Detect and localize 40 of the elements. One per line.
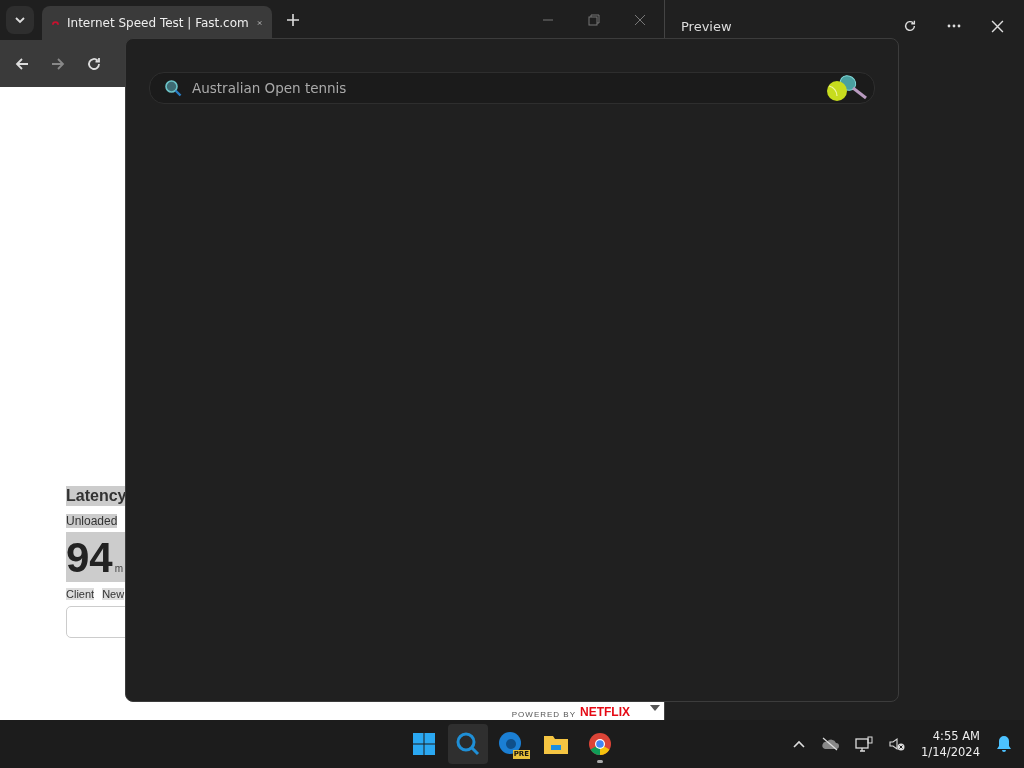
- search-icon: [164, 79, 182, 97]
- search-input[interactable]: Australian Open tennis: [190, 79, 816, 97]
- clock[interactable]: 4:55 AM 1/14/2024: [921, 728, 980, 760]
- tennis-icon: [824, 74, 868, 102]
- latency-heading: Latency: [66, 486, 127, 506]
- unloaded-label: Unloaded: [66, 514, 118, 528]
- column-label: New: [102, 588, 125, 600]
- search-taskbar-button[interactable]: [448, 724, 488, 764]
- cloud-off-icon[interactable]: [821, 737, 840, 751]
- powered-by-text: POWERED BY: [511, 710, 576, 719]
- new-tab-icon[interactable]: [286, 13, 300, 27]
- folder-icon: [543, 733, 569, 755]
- reload-icon[interactable]: [86, 55, 102, 72]
- clock-time: 4:55 AM: [932, 728, 980, 744]
- client-label: Client: [66, 588, 95, 600]
- refresh-icon[interactable]: [903, 19, 917, 33]
- bell-icon[interactable]: [996, 735, 1012, 753]
- gauge-icon: [52, 19, 59, 27]
- chevron-up-icon[interactable]: [793, 740, 806, 748]
- chevron-down-icon: [14, 14, 26, 26]
- dropdown-icon[interactable]: [650, 705, 660, 711]
- latency-unit: m: [114, 563, 124, 574]
- clock-date: 1/14/2024: [921, 744, 980, 760]
- panel-title: Preview: [681, 18, 732, 34]
- speaker-muted-icon[interactable]: [889, 736, 906, 752]
- more-icon[interactable]: [947, 24, 961, 28]
- windows-logo-icon: [412, 732, 436, 756]
- restore-icon[interactable]: [588, 14, 600, 26]
- running-indicator: [597, 760, 603, 763]
- latency-value: 94: [66, 534, 113, 582]
- network-icon[interactable]: [855, 736, 874, 752]
- tab-list-button[interactable]: [6, 6, 34, 34]
- tab-title: Internet Speed Test | Fast.com: [67, 16, 249, 30]
- chrome-icon: [588, 732, 612, 756]
- back-icon[interactable]: [14, 55, 30, 72]
- search-icon: [456, 732, 480, 756]
- forward-icon[interactable]: [50, 55, 66, 72]
- brand-logo: NETFLIX: [580, 705, 630, 719]
- browser-tab[interactable]: Internet Speed Test | Fast.com: [42, 6, 272, 40]
- search-field[interactable]: Australian Open tennis: [149, 72, 875, 104]
